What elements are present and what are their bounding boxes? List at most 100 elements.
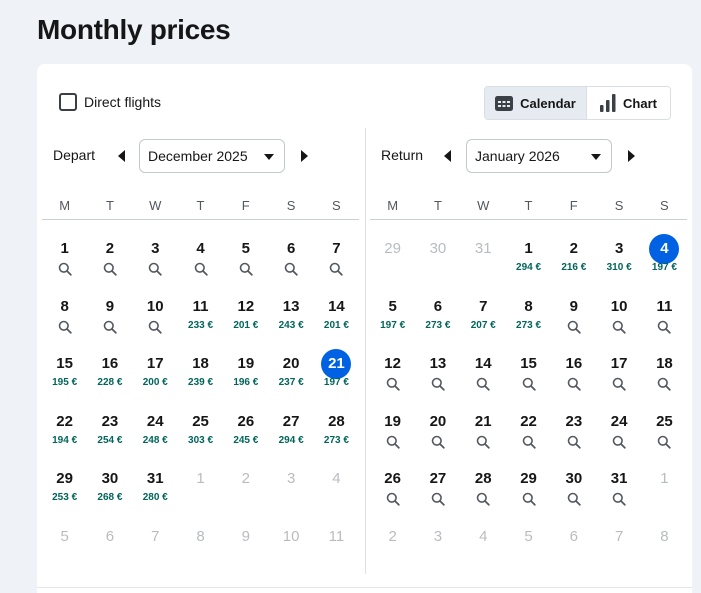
day-cell[interactable]: 10 xyxy=(133,296,178,354)
day-number: 31 xyxy=(474,240,492,257)
day-cell[interactable]: 11 233 € xyxy=(178,296,223,354)
day-cell[interactable]: 16 xyxy=(551,353,596,411)
day-cell[interactable]: 14 201 € xyxy=(314,296,359,354)
day-cell[interactable]: 5 xyxy=(223,238,268,296)
day-cell[interactable]: 11 xyxy=(642,296,687,354)
day-cell[interactable]: 7 xyxy=(314,238,359,296)
day-price: 268 € xyxy=(97,492,123,504)
weekday: T xyxy=(196,198,205,213)
search-icon xyxy=(431,493,445,507)
day-number: 27 xyxy=(429,470,447,488)
day-cell[interactable]: 1 294 € xyxy=(506,238,551,296)
day-cell[interactable]: 28 xyxy=(461,468,506,526)
day-cell[interactable]: 19 xyxy=(370,411,415,469)
weekday: S xyxy=(659,198,669,213)
day-cell[interactable]: 7 207 € xyxy=(461,296,506,354)
day-cell[interactable]: 19 196 € xyxy=(223,353,268,411)
day-cell[interactable]: 14 xyxy=(461,353,506,411)
day-cell[interactable]: 30 268 € xyxy=(87,468,132,526)
search-icon xyxy=(386,493,400,507)
day-number: 7 xyxy=(332,240,341,257)
day-cell[interactable]: 27 xyxy=(415,468,460,526)
day-cell[interactable]: 20 xyxy=(415,411,460,469)
day-cell[interactable]: 1 xyxy=(42,238,87,296)
day-cell[interactable]: 23 xyxy=(551,411,596,469)
day-cell[interactable]: 17 xyxy=(596,353,641,411)
day-number: 8 xyxy=(60,297,69,315)
search-icon xyxy=(567,435,581,449)
day-cell: 7 xyxy=(596,526,641,584)
day-cell[interactable]: 25 303 € xyxy=(178,411,223,469)
day-cell[interactable]: 4 xyxy=(178,238,223,296)
day-cell[interactable]: 23 254 € xyxy=(87,411,132,469)
day-cell[interactable]: 21 xyxy=(461,411,506,469)
day-cell[interactable]: 20 237 € xyxy=(268,353,313,411)
day-number: 2 xyxy=(388,527,397,545)
day-number: 25 xyxy=(656,412,673,430)
day-cell[interactable]: 15 xyxy=(506,353,551,411)
day-cell[interactable]: 27 294 € xyxy=(268,411,313,469)
day-cell-selected[interactable]: 21 197 € xyxy=(314,349,359,411)
day-cell[interactable]: 9 xyxy=(551,296,596,354)
day-number: 12 xyxy=(237,297,255,315)
day-cell[interactable]: 22 xyxy=(506,411,551,469)
previous-month-icon[interactable] xyxy=(114,148,130,164)
day-cell[interactable]: 22 194 € xyxy=(42,411,87,469)
day-cell[interactable]: 26 245 € xyxy=(223,411,268,469)
day-cell[interactable]: 17 200 € xyxy=(133,353,178,411)
day-cell[interactable]: 29 xyxy=(506,468,551,526)
day-number: 28 xyxy=(328,412,345,430)
day-price: 310 € xyxy=(606,262,632,273)
previous-month-icon[interactable] xyxy=(440,148,456,164)
return-month-select[interactable]: January 2026 xyxy=(466,139,612,173)
day-cell-selected[interactable]: 4 197 € xyxy=(642,234,687,296)
day-cell[interactable]: 3 310 € xyxy=(596,238,641,296)
day-cell[interactable]: 30 xyxy=(551,468,596,526)
day-cell[interactable]: 26 xyxy=(370,468,415,526)
day-number: 6 xyxy=(286,240,296,257)
day-cell[interactable]: 13 243 € xyxy=(268,296,313,354)
day-cell[interactable]: 24 248 € xyxy=(133,411,178,469)
day-cell[interactable]: 28 273 € xyxy=(314,411,359,469)
day-cell[interactable]: 25 xyxy=(642,411,687,469)
day-number: 7 xyxy=(479,297,488,315)
day-number: 20 xyxy=(282,355,300,373)
day-price: 294 € xyxy=(278,434,304,446)
next-month-icon[interactable] xyxy=(623,148,639,164)
weekday: F xyxy=(241,198,250,213)
day-cell[interactable]: 3 xyxy=(133,238,178,296)
day-cell[interactable]: 24 xyxy=(596,411,641,469)
day-cell[interactable]: 16 228 € xyxy=(87,353,132,411)
day-number: 24 xyxy=(610,412,628,430)
day-cell[interactable]: 2 216 € xyxy=(551,238,596,296)
day-price: 233 € xyxy=(188,319,214,331)
depart-month-select[interactable]: December 2025 xyxy=(139,139,285,173)
day-number: 15 xyxy=(56,355,73,373)
day-cell[interactable]: 18 239 € xyxy=(178,353,223,411)
day-cell[interactable]: 29 253 € xyxy=(42,468,87,526)
day-price: 243 € xyxy=(278,319,304,331)
day-cell[interactable]: 6 xyxy=(268,238,313,296)
day-number: 3 xyxy=(286,470,296,488)
search-icon xyxy=(58,320,72,334)
day-cell[interactable]: 2 xyxy=(87,238,132,296)
day-cell[interactable]: 13 xyxy=(415,353,460,411)
day-cell[interactable]: 31 xyxy=(596,468,641,526)
day-cell[interactable]: 6 273 € xyxy=(415,296,460,354)
day-cell[interactable]: 12 xyxy=(370,353,415,411)
next-month-icon[interactable] xyxy=(296,148,312,164)
day-number: 18 xyxy=(656,355,673,373)
day-cell[interactable]: 18 xyxy=(642,353,687,411)
day-cell[interactable]: 15 195 € xyxy=(42,353,87,411)
day-cell: 8 xyxy=(642,526,687,584)
search-icon xyxy=(522,493,536,507)
day-cell[interactable]: 8 273 € xyxy=(506,296,551,354)
day-cell[interactable]: 12 201 € xyxy=(223,296,268,354)
day-cell[interactable]: 31 280 € xyxy=(133,468,178,526)
day-cell[interactable]: 5 197 € xyxy=(370,296,415,354)
day-cell[interactable]: 9 xyxy=(87,296,132,354)
search-icon xyxy=(567,377,581,391)
day-cell[interactable]: 8 xyxy=(42,296,87,354)
day-number: 9 xyxy=(241,527,250,545)
day-cell[interactable]: 10 xyxy=(596,296,641,354)
